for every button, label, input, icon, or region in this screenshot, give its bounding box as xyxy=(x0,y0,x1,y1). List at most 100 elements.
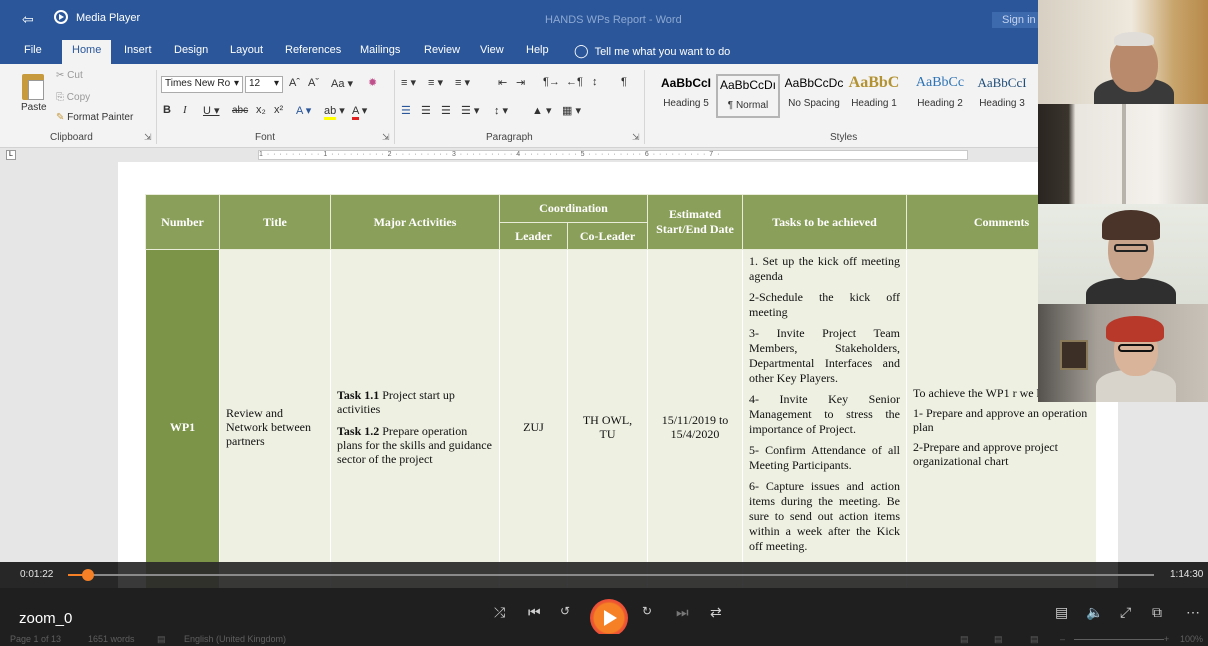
skip-forward-30-icon[interactable]: ↻ xyxy=(642,604,652,618)
volume-icon[interactable]: 🔈 xyxy=(1086,604,1103,621)
font-color-icon[interactable]: A ▾ xyxy=(352,104,367,120)
back-arrow-icon[interactable]: ⇦ xyxy=(22,11,34,28)
paragraph-launcher-icon[interactable]: ⇲ xyxy=(632,132,640,143)
print-layout-icon[interactable]: ▤ xyxy=(994,634,1003,645)
show-marks-icon[interactable]: ¶ xyxy=(621,76,627,88)
superscript-icon[interactable]: x² xyxy=(274,104,283,116)
clipboard-launcher-icon[interactable]: ⇲ xyxy=(144,132,152,143)
language-status[interactable]: English (United Kingdom) xyxy=(184,634,286,644)
align-center-icon[interactable]: ☰ xyxy=(421,104,431,117)
shading-icon[interactable]: ▲ ▾ xyxy=(532,104,551,117)
zoom-out-icon[interactable]: – xyxy=(1060,634,1065,644)
format-painter-button[interactable]: ✎ Format Painter xyxy=(56,112,133,123)
tab-mailings[interactable]: Mailings xyxy=(360,44,400,56)
paste-icon[interactable] xyxy=(22,74,44,100)
seek-handle[interactable] xyxy=(81,569,94,581)
justify-icon[interactable]: ☰ ▾ xyxy=(461,104,479,117)
style-heading-1[interactable]: AaBbC Heading 1 xyxy=(842,74,906,118)
word-count[interactable]: 1651 words xyxy=(88,634,135,644)
tab-references[interactable]: References xyxy=(285,44,341,56)
decrease-indent-icon[interactable]: ⇤ xyxy=(498,76,507,89)
bold-button[interactable]: B xyxy=(163,104,171,116)
tab-home[interactable]: Home xyxy=(62,40,112,64)
participant-video-3[interactable] xyxy=(1038,204,1208,304)
change-case-icon[interactable]: Aa ▾ xyxy=(331,77,353,90)
tab-selector[interactable]: L xyxy=(6,150,16,160)
repeat-off-icon[interactable]: ⇄ xyxy=(710,604,722,621)
bullets-icon[interactable]: ≡ ▾ xyxy=(401,76,416,89)
skip-back-10-icon[interactable]: ↺ xyxy=(560,604,570,618)
header-title: Title xyxy=(219,194,331,250)
shuffle-icon[interactable]: ⤮ xyxy=(494,604,505,621)
cut-button[interactable]: ✂ Cut xyxy=(56,70,83,81)
cell-title: Review and Network between partners xyxy=(219,249,331,605)
chevron-down-icon: ▾ xyxy=(233,78,239,89)
participant-video-4[interactable] xyxy=(1038,304,1208,402)
highlight-icon[interactable]: ab ▾ xyxy=(324,104,345,120)
italic-button[interactable]: I xyxy=(183,104,187,116)
media-controls: zoom_0 ⤮ ⏮ ↺ ↻ ⏭ ⇄ ▤ 🔈 ⤢ ⧉ ⋯ xyxy=(0,588,1208,637)
multilevel-list-icon[interactable]: ≡ ▾ xyxy=(455,76,470,89)
increase-indent-icon[interactable]: ⇥ xyxy=(516,76,525,89)
zoom-level[interactable]: 100% xyxy=(1180,634,1203,644)
participant-video-1[interactable] xyxy=(1038,0,1208,104)
web-layout-icon[interactable]: ▤ xyxy=(1030,634,1039,645)
style-heading-5[interactable]: AaBbCcI Heading 5 xyxy=(654,74,718,118)
seek-bar[interactable] xyxy=(68,569,1154,581)
zoom-slider[interactable] xyxy=(1074,639,1164,640)
shrink-font-icon[interactable]: Aˇ xyxy=(308,77,319,89)
media-player-label: Media Player xyxy=(76,12,141,24)
more-options-icon[interactable]: ⋯ xyxy=(1186,604,1200,621)
tab-file[interactable]: File xyxy=(24,44,42,56)
underline-button[interactable]: U ▾ xyxy=(203,104,220,117)
copy-button[interactable]: ⎘ Copy xyxy=(56,92,90,103)
header-major-activities: Major Activities xyxy=(330,194,500,250)
horizontal-ruler[interactable]: 1 · · · · · · · · · 1 · · · · · · · · · … xyxy=(258,150,968,160)
glasses-icon xyxy=(1114,244,1148,252)
subscript-icon[interactable]: x₂ xyxy=(256,104,266,116)
style-heading-2[interactable]: AaBbCc Heading 2 xyxy=(908,74,972,118)
header-tasks: Tasks to be achieved xyxy=(742,194,907,250)
font-family-select[interactable]: Times New Ro ▾ xyxy=(161,76,243,93)
line-spacing-icon[interactable]: ↕ ▾ xyxy=(494,104,508,117)
strikethrough-icon[interactable]: abc xyxy=(232,105,248,116)
task-item: 4- Invite Key Senior Management to stres… xyxy=(749,392,900,436)
tab-review[interactable]: Review xyxy=(424,44,460,56)
read-mode-icon[interactable]: ▤ xyxy=(960,634,969,645)
page-count[interactable]: Page 1 of 13 xyxy=(10,634,61,644)
paste-button[interactable]: Paste xyxy=(21,102,47,113)
numbering-icon[interactable]: ≡ ▾ xyxy=(428,76,443,89)
tab-layout[interactable]: Layout xyxy=(230,44,263,56)
fullscreen-icon[interactable]: ⤢ xyxy=(1120,604,1131,621)
previous-icon[interactable]: ⏮ xyxy=(528,604,541,621)
play-button[interactable] xyxy=(590,599,628,637)
header-dates: Estimated Start/End Date xyxy=(647,194,743,250)
font-size-select[interactable]: 12 ▾ xyxy=(245,76,283,93)
font-launcher-icon[interactable]: ⇲ xyxy=(382,132,390,143)
tab-insert[interactable]: Insert xyxy=(124,44,152,56)
align-left-icon[interactable]: ☰ xyxy=(401,104,411,117)
lightbulb-icon: ◯ xyxy=(574,43,589,58)
tab-design[interactable]: Design xyxy=(174,44,208,56)
borders-icon[interactable]: ▦ ▾ xyxy=(562,104,581,117)
clear-format-icon[interactable]: ✹ xyxy=(368,76,377,89)
rtl-icon[interactable]: ←¶ xyxy=(566,76,583,88)
style-normal[interactable]: AaBbCcDı ¶ Normal xyxy=(716,74,780,118)
captions-icon[interactable]: ▤ xyxy=(1055,604,1068,621)
zoom-in-icon[interactable]: + xyxy=(1164,634,1169,644)
style-heading-3[interactable]: AaBbCcI Heading 3 xyxy=(970,74,1034,118)
participant-video-2[interactable] xyxy=(1038,104,1208,204)
tab-help[interactable]: Help xyxy=(526,44,549,56)
mini-player-icon[interactable]: ⧉ xyxy=(1152,604,1162,621)
tab-view[interactable]: View xyxy=(480,44,504,56)
style-no-spacing[interactable]: AaBbCcDc No Spacing xyxy=(782,74,846,118)
proofing-icon[interactable]: ▤ xyxy=(157,634,166,645)
align-right-icon[interactable]: ☰ xyxy=(441,104,451,117)
next-icon[interactable]: ⏭ xyxy=(676,604,689,621)
sort-icon[interactable]: ↕ xyxy=(592,76,598,88)
tell-me-search[interactable]: ◯ Tell me what you want to do xyxy=(574,43,730,59)
ltr-icon[interactable]: ¶→ xyxy=(543,76,560,88)
text-effects-icon[interactable]: A ▾ xyxy=(296,104,311,117)
participant-hair xyxy=(1114,32,1154,46)
grow-font-icon[interactable]: Aˆ xyxy=(289,77,300,89)
